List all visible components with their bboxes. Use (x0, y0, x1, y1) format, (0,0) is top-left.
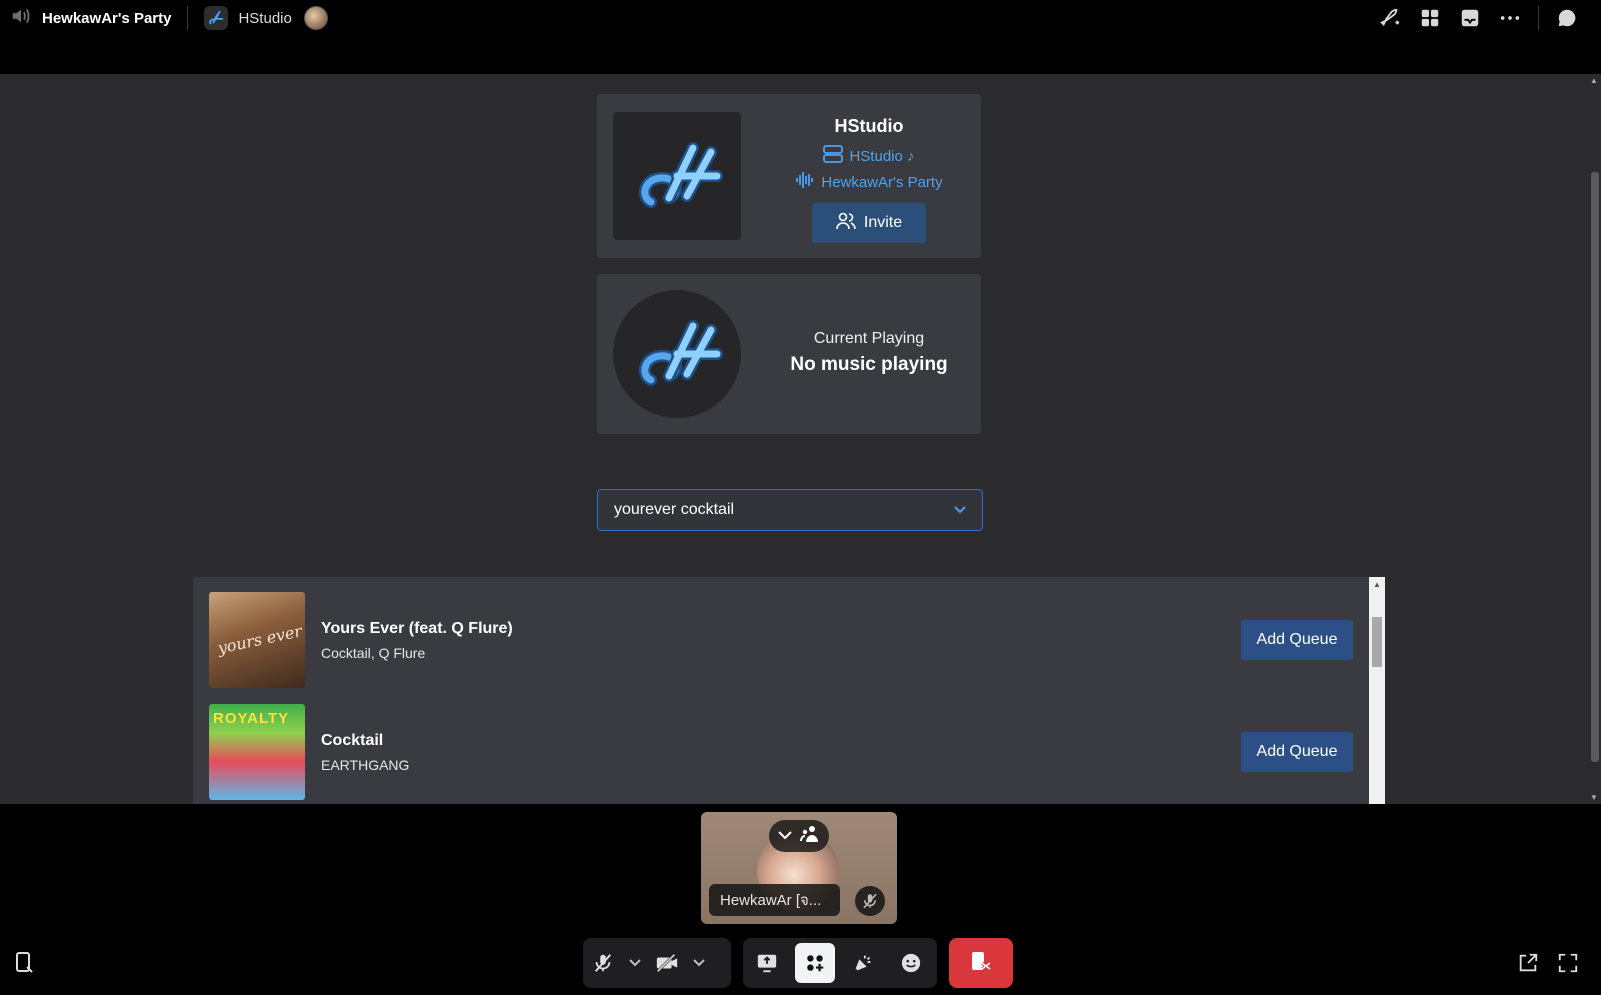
search-results: Yours Ever (feat. Q Flure) Cocktail, Q F… (193, 577, 1385, 804)
hstudio-logo (613, 112, 741, 240)
speaker-icon (10, 5, 32, 32)
search-input[interactable] (614, 501, 954, 519)
page-scrollbar[interactable]: ▲ ▼ (1588, 74, 1601, 804)
channel-header: HewkawAr's Party HStudio (10, 5, 328, 31)
user-avatar[interactable] (303, 6, 328, 30)
add-queue-button[interactable]: Add Queue (1241, 732, 1353, 772)
more-icon[interactable] (1498, 6, 1522, 30)
emoji-icon[interactable] (891, 943, 931, 983)
disconnect-icon (969, 950, 993, 977)
people-icon (836, 212, 856, 235)
album-cover (209, 704, 305, 800)
now-playing-value: No music playing (790, 354, 948, 375)
fullscreen-icon[interactable] (1557, 952, 1579, 979)
hstudio-app-icon[interactable] (204, 6, 229, 30)
scroll-down-arrow[interactable]: ▼ (1590, 793, 1598, 802)
album-cover (209, 592, 305, 688)
participants-icon[interactable] (800, 825, 820, 848)
chevron-down-icon[interactable] (778, 827, 792, 845)
list-item: Cocktail EARTHGANG Add Queue (209, 704, 1353, 800)
av-controls (583, 938, 731, 988)
mute-mic-icon[interactable] (583, 943, 623, 983)
top-actions (1378, 6, 1579, 30)
now-playing-label: Current Playing (813, 330, 925, 347)
scrollbar-thumb[interactable] (1591, 172, 1599, 762)
server-link[interactable]: HStudio ♪ (757, 145, 981, 167)
chevron-down-icon[interactable] (687, 943, 711, 983)
waveform-icon (795, 171, 815, 193)
server-title: HStudio (834, 116, 904, 136)
chevron-down-icon[interactable] (954, 503, 966, 517)
inbox-icon[interactable] (1458, 6, 1482, 30)
scroll-up-arrow[interactable]: ▲ (1590, 76, 1598, 85)
grid-icon[interactable] (1418, 6, 1442, 30)
tile-controls[interactable] (769, 820, 829, 852)
soundboard-icon[interactable] (843, 943, 883, 983)
server-info: HStudio HStudio ♪ HewkawAr's Party Invit… (757, 116, 981, 243)
divider (1538, 6, 1539, 30)
activity-stage: HStudio HStudio ♪ HewkawAr's Party Invit… (0, 74, 1588, 804)
screen-share-icon[interactable] (747, 943, 787, 983)
channel-link[interactable]: HewkawAr's Party (757, 171, 981, 193)
scrollbar-thumb[interactable] (1372, 617, 1382, 667)
track-artists: EARTHGANG (321, 757, 410, 773)
scroll-up-arrow[interactable]: ▲ (1373, 580, 1381, 589)
device-icon[interactable] (14, 952, 34, 979)
participant-name: HewkawAr [จ... (709, 884, 840, 916)
track-artists: Cocktail, Q Flure (321, 645, 426, 661)
popout-icon[interactable] (1517, 952, 1539, 979)
server-card: HStudio HStudio ♪ HewkawAr's Party Invit… (597, 94, 981, 258)
server-link-label[interactable]: HStudio ♪ (849, 148, 914, 165)
camera-off-icon[interactable] (647, 943, 687, 983)
chevron-down-icon[interactable] (623, 943, 647, 983)
rocket-icon[interactable] (1378, 6, 1402, 30)
channel-title: HewkawAr's Party (42, 9, 172, 27)
muted-mic-icon (855, 886, 885, 916)
now-playing-info: Current Playing No music playing (757, 330, 981, 376)
top-bar: HewkawAr's Party HStudio (0, 0, 1601, 74)
server-icon (823, 145, 844, 167)
add-queue-button[interactable]: Add Queue (1241, 620, 1353, 660)
chat-icon[interactable] (1555, 6, 1579, 30)
track-title: Yours Ever (feat. Q Flure) (321, 620, 513, 637)
channel-link-label[interactable]: HewkawAr's Party (821, 174, 942, 191)
results-scrollbar[interactable]: ▲ (1369, 577, 1385, 804)
participant-tile[interactable]: HewkawAr [จ... (701, 812, 897, 924)
activities-icon[interactable] (795, 943, 835, 983)
app-name[interactable]: HStudio (238, 10, 291, 27)
invite-button[interactable]: Invite (812, 203, 926, 243)
list-item: Yours Ever (feat. Q Flure) Cocktail, Q F… (209, 592, 1353, 688)
divider (187, 6, 189, 30)
now-playing-card: Current Playing No music playing (597, 274, 981, 434)
song-search[interactable] (597, 489, 983, 531)
track-title: Cocktail (321, 732, 384, 749)
activity-controls (743, 938, 937, 988)
leave-call-button[interactable] (949, 938, 1013, 988)
call-controls (0, 932, 1601, 995)
invite-label: Invite (863, 214, 903, 231)
now-playing-artwork (613, 290, 741, 418)
window-controls (1517, 952, 1579, 979)
